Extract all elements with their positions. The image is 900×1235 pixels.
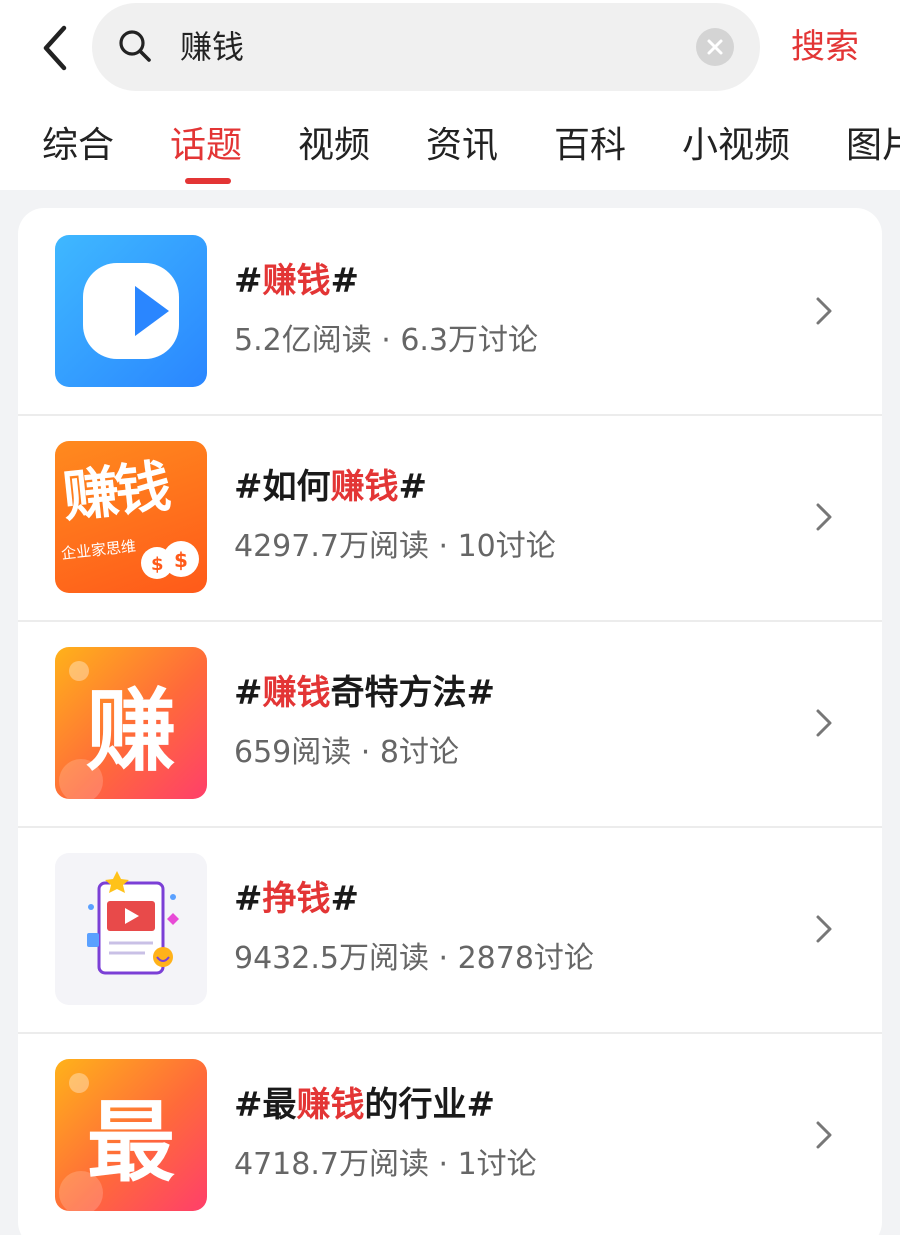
play-icon [83, 263, 179, 359]
tab-video[interactable]: 视频 [298, 118, 370, 174]
highlighted-keyword: 赚钱 [262, 673, 331, 713]
thumbnail-text: 赚钱 [59, 454, 171, 531]
money-bag-icon: $ $ [141, 541, 199, 579]
topic-row[interactable]: #挣钱# 9432.5万阅读 · 2878讨论 [18, 826, 882, 1032]
tab-topics[interactable]: 话题 [170, 118, 242, 174]
topic-stats: 659阅读 · 8讨论 [234, 735, 459, 770]
topic-thumbnail [55, 853, 207, 1005]
topic-title: #最赚钱的行业# [234, 1085, 495, 1125]
topic-stats: 4297.7万阅读 · 10讨论 [234, 529, 556, 564]
back-button[interactable] [30, 20, 80, 76]
search-input[interactable]: 赚钱 [92, 3, 760, 91]
topic-stats: 4718.7万阅读 · 1讨论 [234, 1147, 537, 1182]
highlighted-keyword: 赚钱 [262, 261, 331, 301]
topic-title: #赚钱# [234, 261, 359, 301]
svg-text:$: $ [151, 554, 164, 575]
topic-stats: 9432.5万阅读 · 2878讨论 [234, 941, 594, 976]
tab-encyclopedia[interactable]: 百科 [554, 118, 626, 174]
video-document-icon [87, 871, 179, 975]
topic-title: #赚钱奇特方法# [234, 673, 495, 713]
chevron-right-icon [816, 1121, 832, 1149]
highlighted-keyword: 赚钱 [330, 467, 399, 507]
tab-images[interactable]: 图片 [846, 118, 900, 174]
topic-thumbnail [55, 235, 207, 387]
search-icon [119, 30, 151, 62]
active-tab-indicator [185, 178, 231, 184]
topic-row[interactable]: 最 #最赚钱的行业# 4718.7万阅读 · 1讨论 [18, 1032, 882, 1235]
tab-short-video[interactable]: 小视频 [682, 118, 790, 174]
tab-comprehensive[interactable]: 综合 [42, 118, 114, 174]
svg-text:$: $ [174, 548, 188, 572]
thumbnail-caption: 企业家思维 [60, 537, 137, 563]
topic-title: #如何赚钱# [234, 467, 427, 507]
thumbnail-text: 赚 [86, 679, 176, 784]
topic-thumbnail: 赚钱 企业家思维 $ $ [55, 441, 207, 593]
topic-thumbnail: 赚 [55, 647, 207, 799]
chevron-right-icon [816, 503, 832, 531]
clear-search-button[interactable] [696, 28, 734, 66]
topic-row[interactable]: 赚钱 企业家思维 $ $ #如何赚钱# 4297.7万阅读 · 10讨论 [18, 414, 882, 620]
chevron-right-icon [816, 297, 832, 325]
back-arrow-icon [43, 25, 67, 71]
category-tabs: 综合 话题 视频 资讯 百科 小视频 图片 [0, 118, 900, 188]
chevron-right-icon [816, 709, 832, 737]
search-button[interactable]: 搜索 [791, 24, 859, 70]
topic-stats: 5.2亿阅读 · 6.3万讨论 [234, 323, 539, 358]
tab-news[interactable]: 资讯 [426, 118, 498, 174]
close-icon [707, 39, 723, 55]
search-query[interactable]: 赚钱 [180, 25, 244, 69]
topic-title: #挣钱# [234, 879, 359, 919]
topic-results-list: #赚钱# 5.2亿阅读 · 6.3万讨论 赚钱 企业家思维 $ $ #如何赚钱#… [18, 208, 882, 1235]
thumbnail-text: 最 [86, 1090, 175, 1194]
highlighted-keyword: 挣钱 [262, 879, 331, 919]
highlighted-keyword: 赚钱 [296, 1085, 365, 1125]
topic-thumbnail: 最 [55, 1059, 207, 1211]
chevron-right-icon [816, 915, 832, 943]
topic-row[interactable]: #赚钱# 5.2亿阅读 · 6.3万讨论 [18, 208, 882, 414]
topic-row[interactable]: 赚 #赚钱奇特方法# 659阅读 · 8讨论 [18, 620, 882, 826]
search-header: 赚钱 搜索 综合 话题 视频 资讯 百科 小视频 图片 [0, 0, 900, 190]
